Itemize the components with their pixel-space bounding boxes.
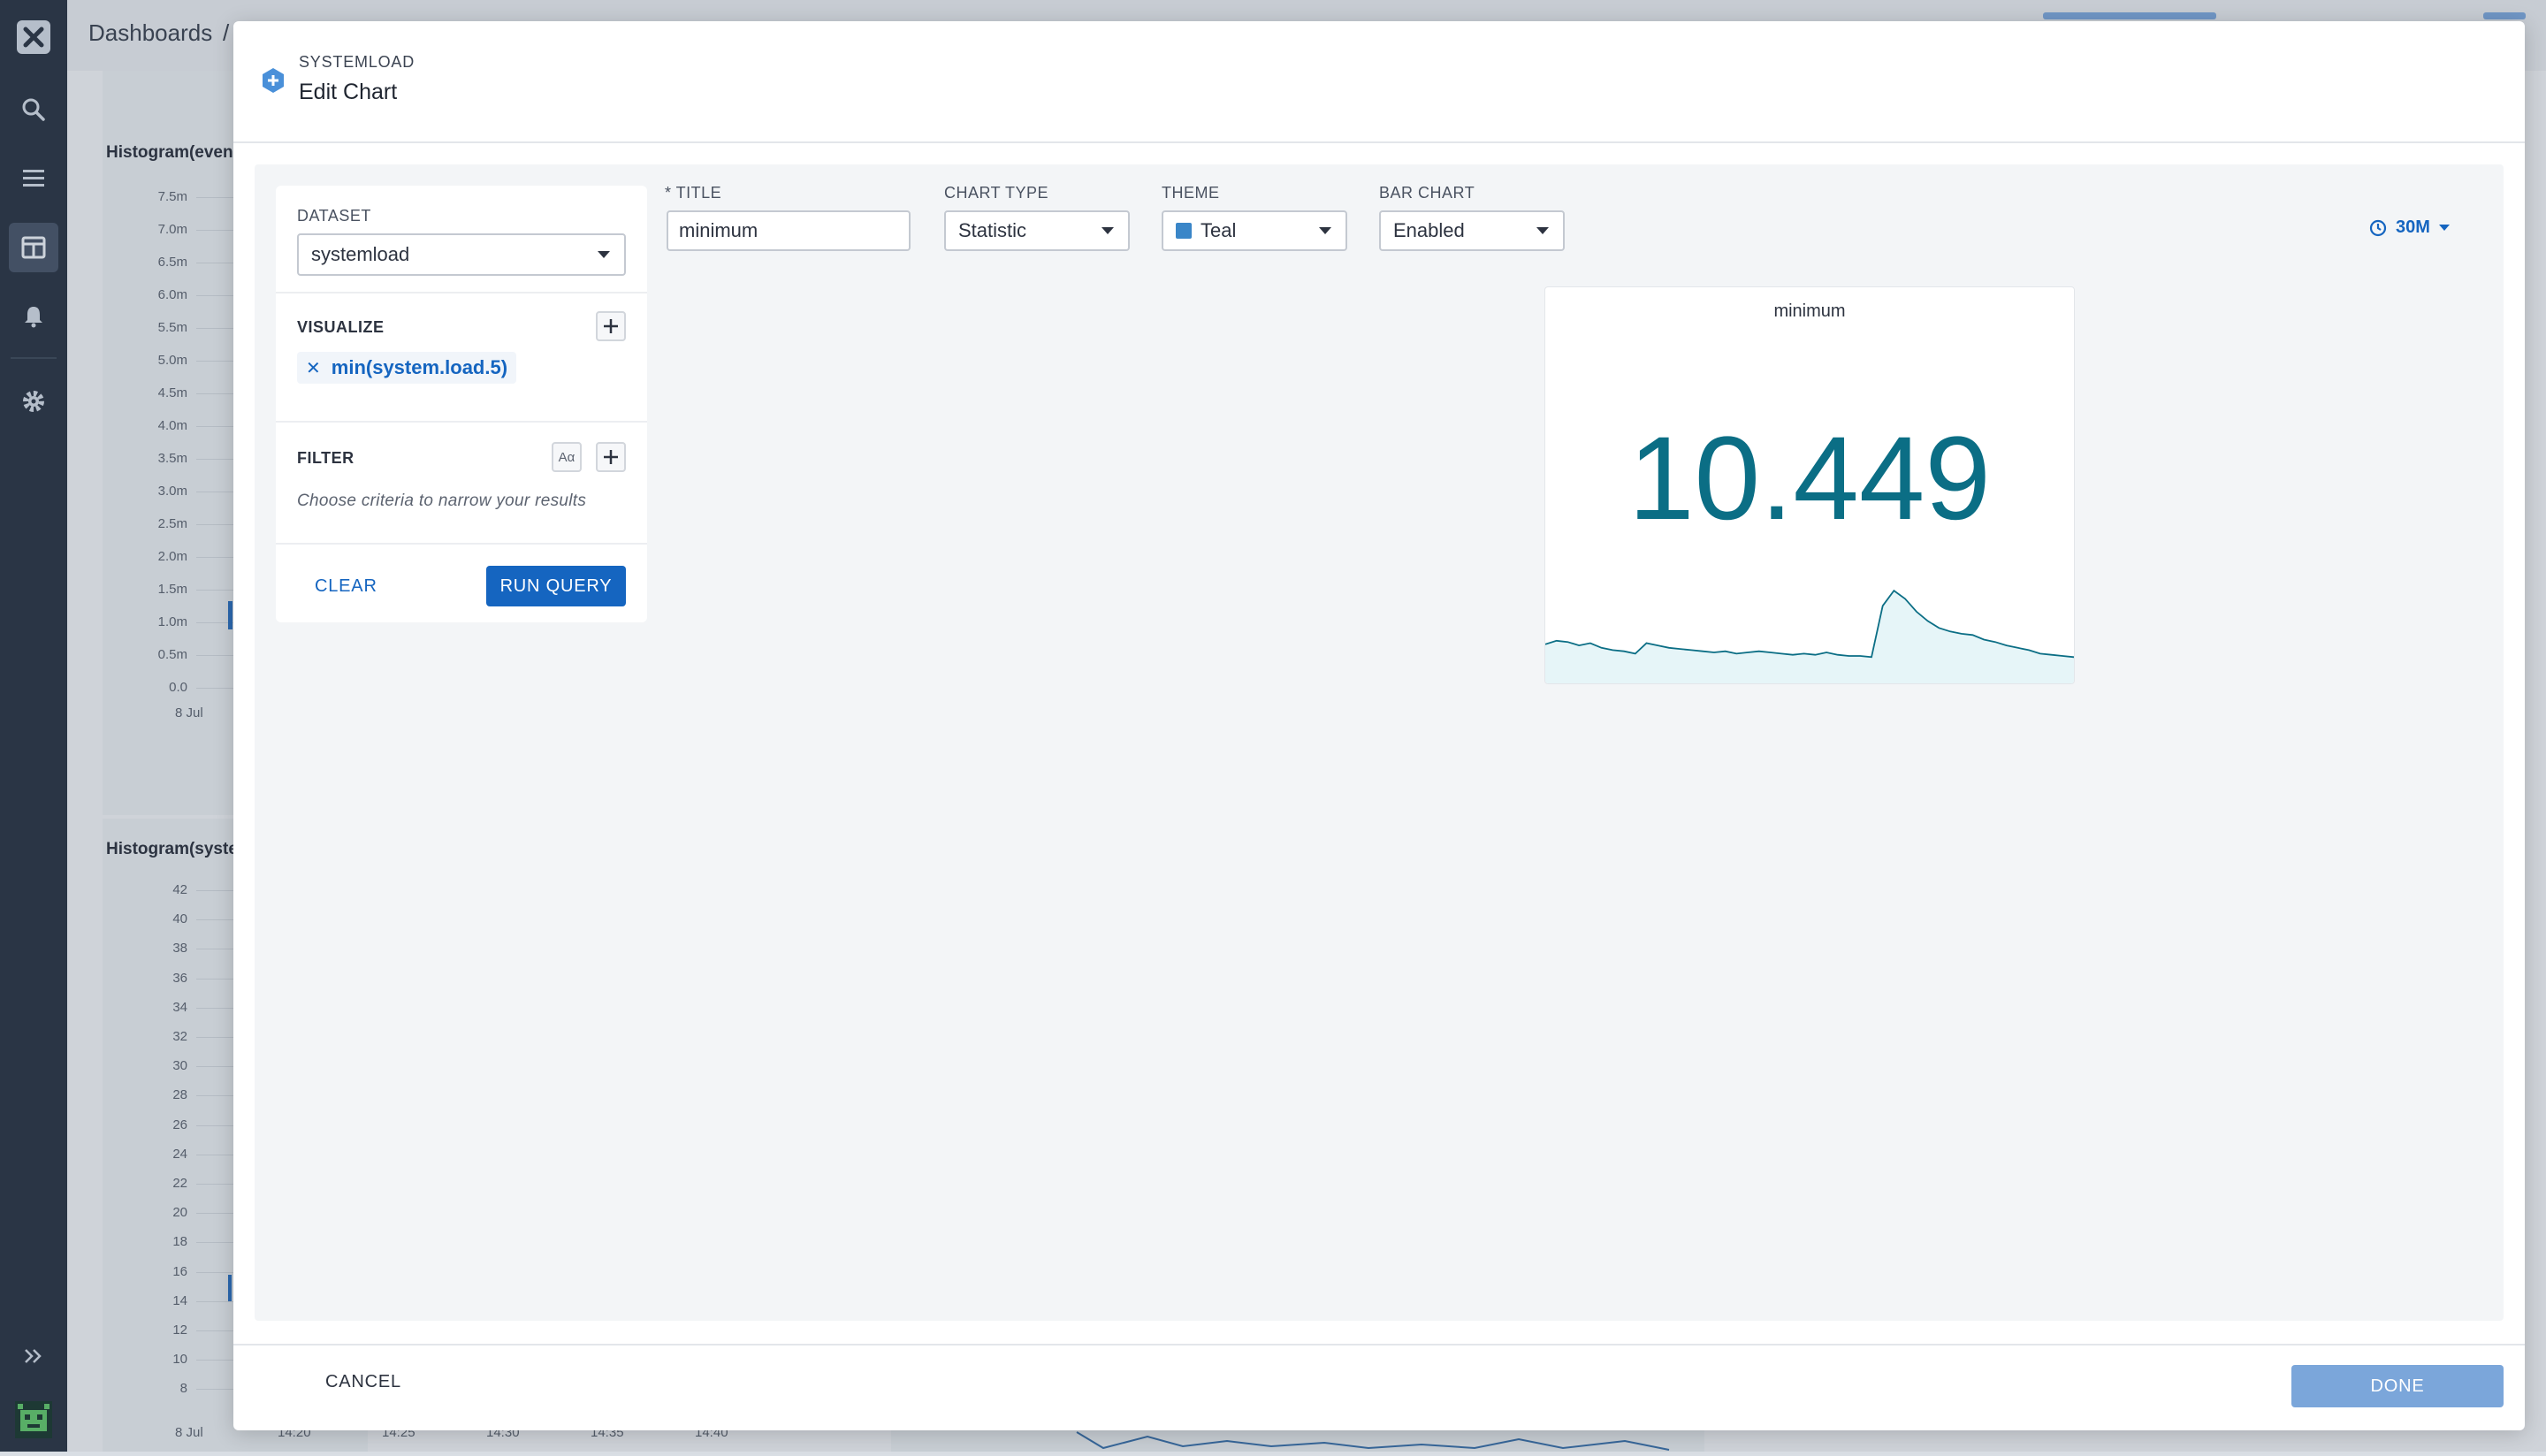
stat-sparkline xyxy=(1545,589,2074,683)
clear-button[interactable]: CLEAR xyxy=(315,566,377,606)
theme-color-swatch xyxy=(1176,223,1192,239)
chart-type-select[interactable]: Statistic xyxy=(944,210,1130,251)
modal-body: DATASET systemload VISUALIZE ✕ min(syste… xyxy=(255,164,2504,1321)
query-actions: CLEAR RUN QUERY xyxy=(276,543,647,622)
cancel-button[interactable]: CANCEL xyxy=(325,1372,401,1392)
modal-header: SYSTEMLOAD Edit Chart xyxy=(233,21,2525,143)
visualize-label: VISUALIZE xyxy=(297,318,385,336)
done-button[interactable]: DONE xyxy=(2291,1365,2504,1407)
add-visualize-button[interactable] xyxy=(596,311,626,341)
plus-icon xyxy=(604,319,618,333)
chart-type-label: CHART TYPE xyxy=(944,184,1049,202)
stat-preview-card: minimum 10.449 xyxy=(1544,286,2075,684)
case-sensitive-toggle[interactable]: Aα xyxy=(552,442,582,472)
stat-title: minimum xyxy=(1773,301,1846,321)
title-label: * TITLE xyxy=(665,184,722,202)
filter-section: FILTER Aα Choose criteria to narrow your… xyxy=(276,421,647,545)
add-filter-button[interactable] xyxy=(596,442,626,472)
edit-chart-modal: SYSTEMLOAD Edit Chart DATASET systemload… xyxy=(233,21,2525,1430)
chevron-down-icon xyxy=(1101,227,1114,234)
chevron-down-icon xyxy=(1536,227,1549,234)
modal-footer: CANCEL DONE xyxy=(233,1344,2525,1430)
clock-icon xyxy=(2369,219,2387,236)
theme-label: THEME xyxy=(1162,184,1220,202)
query-panel: DATASET systemload VISUALIZE ✕ min(syste… xyxy=(276,186,647,622)
filter-label: FILTER xyxy=(297,449,354,467)
dataset-label: DATASET xyxy=(297,207,371,225)
plus-icon xyxy=(604,450,618,464)
sparkline-area xyxy=(1545,591,2074,683)
theme-value: Teal xyxy=(1201,219,1237,241)
visualize-section: VISUALIZE ✕ min(system.load.5) xyxy=(276,292,647,423)
dataset-section: DATASET systemload xyxy=(276,186,647,293)
time-range-value: 30M xyxy=(2396,217,2430,237)
chart-type-value: Statistic xyxy=(958,219,1027,241)
bar-chart-select[interactable]: Enabled xyxy=(1379,210,1565,251)
run-query-button[interactable]: RUN QUERY xyxy=(486,566,626,606)
visualize-item: min(system.load.5) xyxy=(331,356,508,378)
stat-value: 10.449 xyxy=(1628,413,1991,545)
modal-title: Edit Chart xyxy=(299,80,398,104)
bar-chart-label: BAR CHART xyxy=(1379,184,1475,202)
chevron-down-icon xyxy=(2438,225,2450,231)
chart-plus-icon xyxy=(260,67,286,98)
theme-select[interactable]: Teal xyxy=(1162,210,1347,251)
dataset-value: systemload xyxy=(311,243,410,265)
chevron-down-icon xyxy=(598,251,610,258)
filter-placeholder: Choose criteria to narrow your results xyxy=(297,492,587,510)
title-input[interactable] xyxy=(667,210,911,251)
visualize-chip[interactable]: ✕ min(system.load.5) xyxy=(297,352,517,384)
dataset-select[interactable]: systemload xyxy=(297,233,626,276)
remove-close-icon[interactable]: ✕ xyxy=(306,357,321,379)
bar-chart-value: Enabled xyxy=(1393,219,1465,241)
chevron-down-icon xyxy=(1319,227,1331,234)
modal-eyebrow: SYSTEMLOAD xyxy=(299,53,415,71)
time-range-picker[interactable]: 30M xyxy=(2369,217,2450,238)
